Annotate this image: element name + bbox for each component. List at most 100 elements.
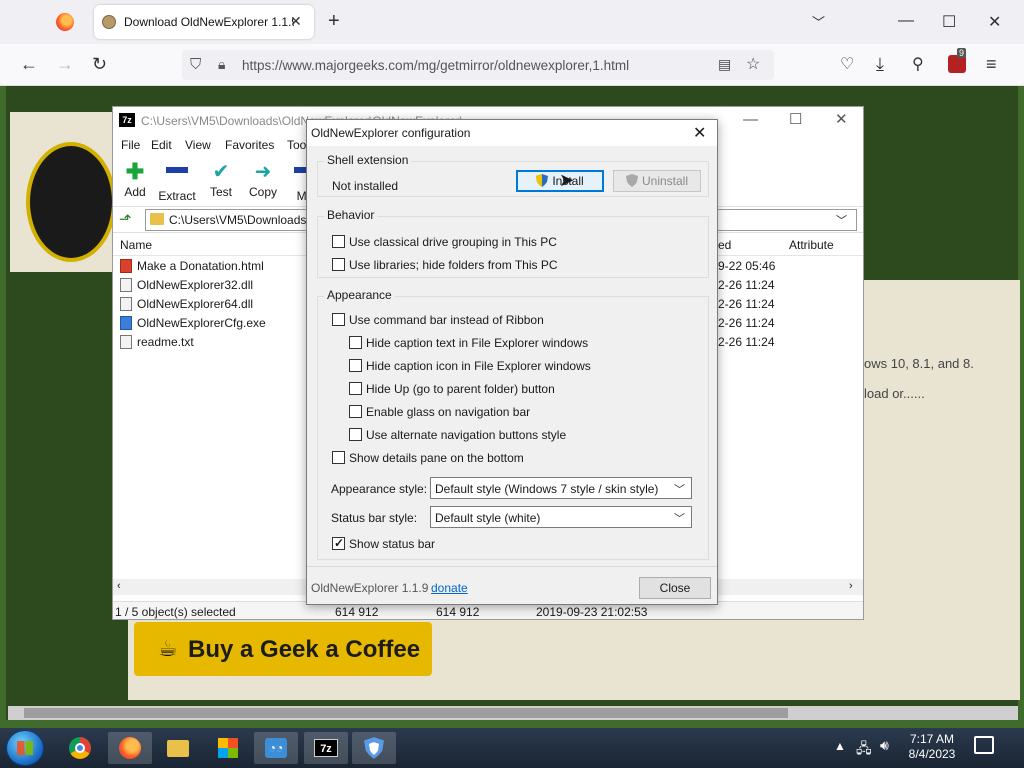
scroll-left-icon[interactable]: ‹: [117, 580, 121, 592]
checkbox-label: Hide Up (go to parent folder) button: [366, 382, 555, 396]
notification-icon[interactable]: [974, 736, 994, 754]
url-bar[interactable]: ⛉ 🔒︎ https://www.majorgeeks.com/mg/getmi…: [182, 50, 774, 80]
extension-badge: 9: [957, 48, 967, 58]
bookmark-star-icon[interactable]: ☆: [746, 54, 760, 74]
copy-button[interactable]: ➜ Copy: [241, 161, 285, 199]
column-modified[interactable]: ed: [718, 238, 731, 252]
status-packed: 614 912: [436, 605, 480, 619]
browser-nav-bar: ← → ↻ ⛉ 🔒︎ https://www.majorgeeks.com/mg…: [0, 44, 1024, 86]
checkbox-box[interactable]: [332, 258, 345, 271]
checkbox-box[interactable]: [332, 451, 345, 464]
checkmark-icon: ✔: [212, 161, 230, 183]
defender-taskbar-icon[interactable]: [352, 732, 396, 764]
close-window-icon[interactable]: ✕: [988, 12, 1001, 32]
menu-file[interactable]: File: [121, 138, 140, 152]
hamburger-menu-icon[interactable]: ≡: [986, 54, 997, 75]
checkbox-label: Show details pane on the bottom: [349, 451, 524, 465]
checkbox-label: Use alternate navigation buttons style: [366, 428, 567, 442]
chevron-down-icon: ﹀: [674, 513, 685, 525]
chrome-taskbar-icon[interactable]: [58, 732, 102, 764]
sevenzip-taskbar-icon[interactable]: 7z: [304, 732, 348, 764]
dll-file-icon: [120, 278, 132, 292]
status-bar-style-label: Status bar style:: [331, 511, 418, 525]
url-path: /mg/getmirror/oldnewexplorer,1.html: [413, 58, 630, 73]
chevron-down-icon[interactable]: ﹀: [836, 212, 847, 228]
plus-icon: ✚: [125, 159, 145, 184]
downloads-icon[interactable]: ⤓: [876, 54, 884, 75]
checkbox-box[interactable]: [332, 313, 345, 326]
tab-close-icon[interactable]: ✕: [290, 13, 302, 30]
file-explorer-taskbar-icon[interactable]: [156, 732, 200, 764]
file-name: OldNewExplorerCfg.exe: [137, 316, 266, 330]
checkbox-label: Show status bar: [349, 537, 436, 551]
exe-file-icon: [120, 316, 132, 330]
checkbox-box[interactable]: [349, 405, 362, 418]
oldnewexplorer-taskbar-icon[interactable]: ◔◔: [254, 732, 298, 764]
clock-date: 8/4/2023: [908, 747, 956, 761]
checkbox-box[interactable]: [349, 382, 362, 395]
start-button[interactable]: [6, 730, 44, 766]
uninstall-button[interactable]: Uninstall: [613, 170, 701, 192]
file-date: 2-26 11:24: [718, 316, 775, 330]
group-legend: Shell extension: [324, 153, 412, 167]
minimize-icon[interactable]: —: [743, 111, 758, 128]
new-tab-icon[interactable]: +: [328, 10, 340, 33]
checkbox-box[interactable]: [349, 428, 362, 441]
browser-tab-active[interactable]: Download OldNewExplorer 1.1.9 ✕: [94, 5, 314, 39]
menu-favorites[interactable]: Favorites: [225, 138, 274, 152]
chevron-down-icon[interactable]: ﹀: [812, 12, 825, 31]
store-taskbar-icon[interactable]: [206, 732, 250, 764]
add-button[interactable]: ✚ Add: [113, 159, 157, 200]
up-folder-icon[interactable]: ⬏: [119, 210, 132, 228]
page-horizontal-scrollbar[interactable]: [8, 706, 1018, 720]
ublock-extension-icon[interactable]: 9: [948, 48, 967, 73]
column-attributes[interactable]: Attribute: [789, 238, 834, 252]
chevron-down-icon: ﹀: [674, 484, 685, 496]
checkbox-box[interactable]: [332, 536, 345, 550]
volume-icon[interactable]: 🔊︎: [880, 737, 889, 754]
close-icon[interactable]: ✕: [693, 123, 706, 143]
checkbox-box[interactable]: [332, 235, 345, 248]
column-name[interactable]: Name: [120, 238, 152, 252]
donate-link[interactable]: donate: [431, 581, 468, 595]
reader-view-icon[interactable]: ▤: [718, 56, 731, 73]
firefox-pinned-tab-icon[interactable]: [56, 13, 74, 31]
buy-coffee-button[interactable]: ☕︎ Buy a Geek a Coffee: [134, 622, 432, 676]
file-date: 2-26 11:24: [718, 278, 775, 292]
minimize-icon[interactable]: —: [898, 12, 914, 30]
folder-icon: [150, 213, 164, 225]
firefox-taskbar-icon[interactable]: [108, 732, 152, 764]
close-button[interactable]: Close: [639, 577, 711, 599]
checkbox-box[interactable]: [349, 336, 362, 349]
tray-overflow-icon[interactable]: ▲: [834, 739, 846, 753]
lock-icon[interactable]: 🔒︎: [218, 56, 225, 73]
version-text: OldNewExplorer 1.1.9: [311, 581, 429, 595]
maximize-icon[interactable]: ☐: [942, 12, 956, 32]
scroll-right-icon[interactable]: ›: [849, 580, 853, 592]
test-button[interactable]: ✔ Test: [199, 161, 243, 199]
tracking-shield-icon[interactable]: ⛉: [190, 56, 201, 73]
dll-file-icon: [120, 297, 132, 311]
scrollbar-thumb[interactable]: [24, 708, 788, 718]
checkbox-box[interactable]: [349, 359, 362, 372]
menu-edit[interactable]: Edit: [151, 138, 172, 152]
reload-icon[interactable]: ↻: [92, 54, 107, 75]
tab-title: Download OldNewExplorer 1.1.9: [124, 15, 294, 29]
maximize-icon[interactable]: ☐: [789, 110, 802, 128]
tray-clock[interactable]: 7:17 AM 8/4/2023: [906, 732, 958, 762]
network-icon[interactable]: 🖧︎: [856, 738, 872, 762]
status-bar-style-select[interactable]: Default style (white) ﹀: [430, 506, 692, 528]
close-icon[interactable]: ✕: [835, 110, 848, 128]
forward-arrow-icon[interactable]: →: [56, 54, 74, 75]
back-arrow-icon[interactable]: ←: [20, 54, 38, 75]
major-geeks-logo: [26, 142, 116, 262]
appearance-style-select[interactable]: Default style (Windows 7 style / skin st…: [430, 477, 692, 499]
extract-button[interactable]: Extract: [155, 161, 199, 203]
select-value: Default style (white): [435, 511, 541, 525]
site-logo-area: [10, 112, 120, 272]
tab-favicon-icon: [102, 15, 116, 29]
pocket-icon[interactable]: ♡: [840, 54, 854, 74]
extensions-icon[interactable]: ⚲: [912, 54, 924, 74]
menu-view[interactable]: View: [185, 138, 211, 152]
checkbox-label: Enable glass on navigation bar: [366, 405, 531, 419]
